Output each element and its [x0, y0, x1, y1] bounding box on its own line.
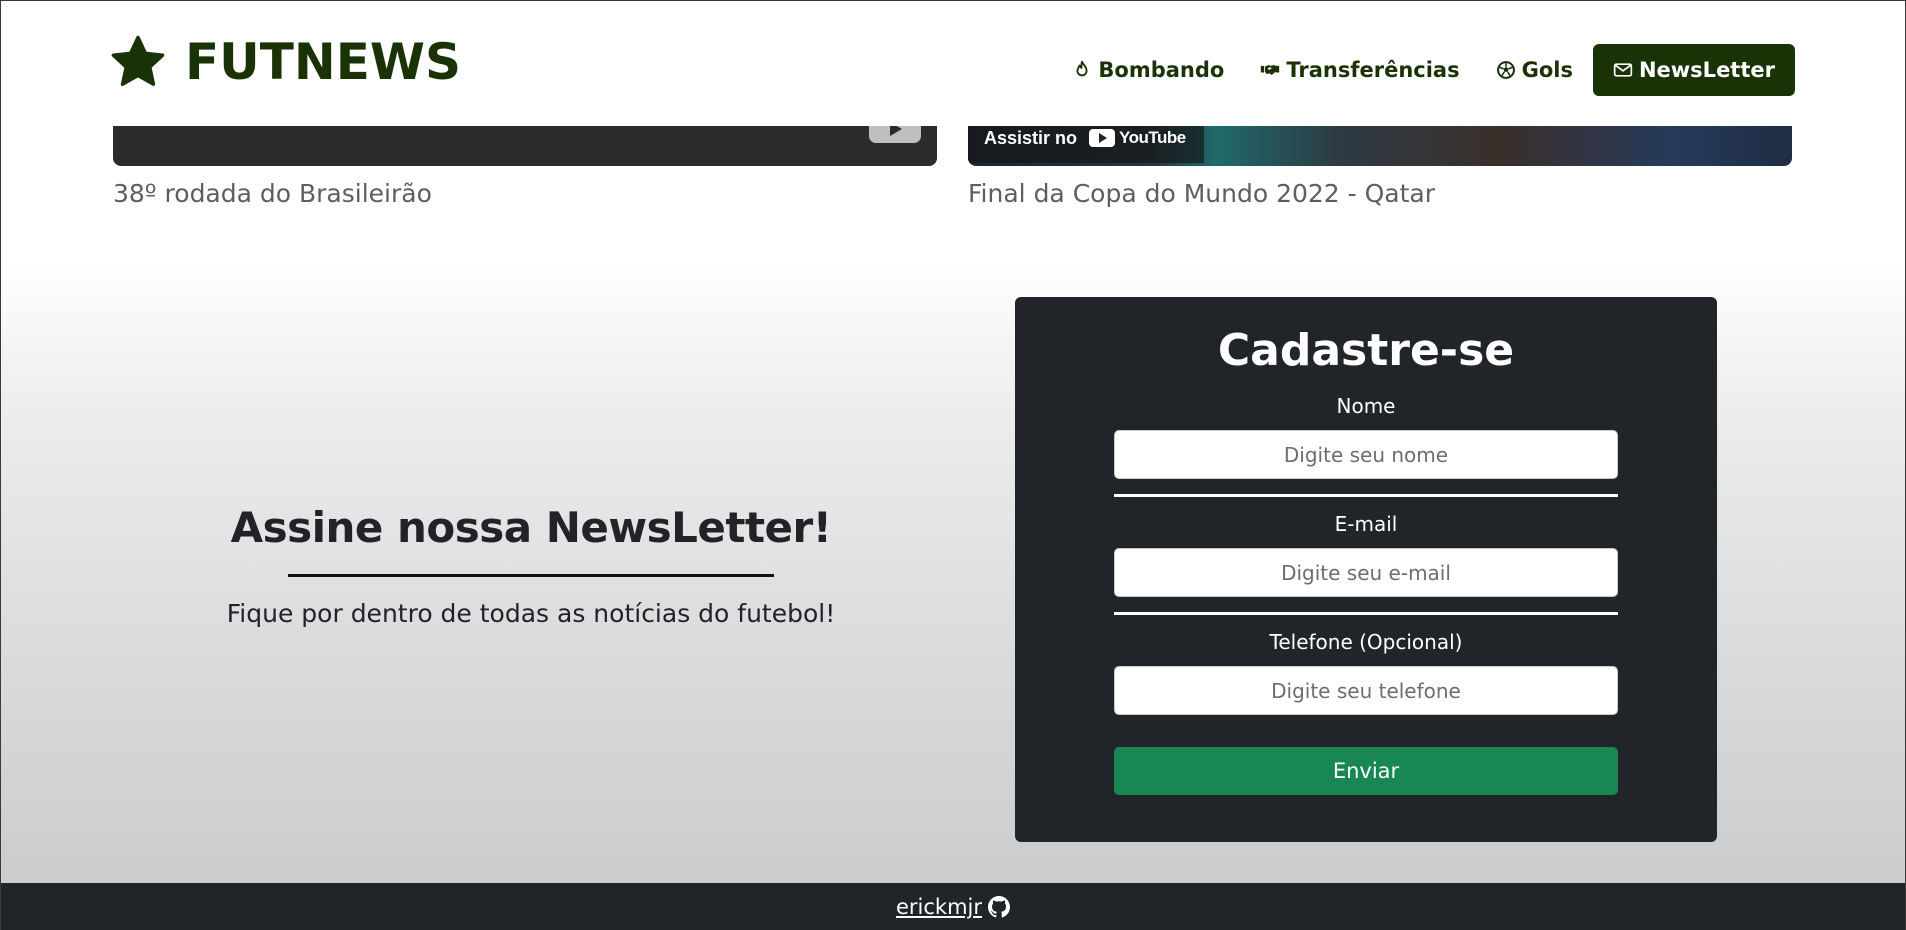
star-icon: [111, 35, 165, 86]
field-divider: [1114, 494, 1618, 497]
nav-label: NewsLetter: [1638, 58, 1775, 82]
video-caption: Final da Copa do Mundo 2022 - Qatar: [968, 179, 1436, 208]
newsletter-heading: Assine nossa NewsLetter!: [230, 503, 832, 552]
heading-divider: [288, 574, 774, 577]
nav-transferencias[interactable]: Transferências: [1244, 44, 1475, 96]
nav-gols[interactable]: Gols: [1480, 44, 1589, 96]
field-divider: [1114, 612, 1618, 615]
youtube-logo-text: YouTube: [1119, 128, 1186, 147]
email-input[interactable]: [1114, 548, 1618, 597]
newsletter-subtitle: Fique por dentro de todas as notícias do…: [226, 599, 836, 628]
signup-form: Cadastre-se Nome E-mail Telefone (Opcion…: [1015, 297, 1717, 842]
author-link[interactable]: erickmjr: [896, 895, 982, 919]
name-input[interactable]: [1114, 430, 1618, 479]
nav-label: Bombando: [1098, 58, 1225, 82]
nav-bombando[interactable]: Bombando: [1056, 44, 1240, 96]
email-label: E-mail: [1334, 512, 1398, 536]
video-caption: 38º rodada do Brasileirão: [113, 179, 432, 208]
nav-newsletter[interactable]: NewsLetter: [1592, 44, 1795, 96]
newsletter-pitch: Assine nossa NewsLetter! Fique por dentr…: [131, 503, 931, 628]
site-footer: erickmjr: [1, 883, 1905, 930]
main-nav: Bombando Transferências Gols NewsLetter: [1056, 44, 1795, 96]
watch-on-label: Assistir no: [984, 127, 1078, 148]
brand-logo-link[interactable]: FUTNEWS: [109, 33, 461, 91]
github-icon[interactable]: [988, 896, 1011, 918]
fire-icon: [1076, 60, 1088, 77]
phone-input[interactable]: [1114, 666, 1618, 715]
soccer-ball-icon: [1496, 61, 1515, 79]
brand-name: FUTNEWS: [185, 33, 462, 91]
nav-label: Gols: [1521, 58, 1573, 82]
submit-button[interactable]: Enviar: [1114, 747, 1618, 795]
name-label: Nome: [1336, 394, 1396, 418]
youtube-logo-icon: YouTube: [1089, 128, 1186, 148]
handshake-icon: [1261, 65, 1280, 75]
envelope-icon: [1613, 63, 1633, 77]
form-title: Cadastre-se: [1217, 325, 1515, 376]
nav-label: Transferências: [1286, 58, 1460, 82]
site-header: FUTNEWS Bombando Transferências Gols New…: [1, 1, 1905, 126]
phone-label: Telefone (Opcional): [1269, 630, 1463, 654]
newsletter-section: Assine nossa NewsLetter! Fique por dentr…: [1, 263, 1905, 883]
